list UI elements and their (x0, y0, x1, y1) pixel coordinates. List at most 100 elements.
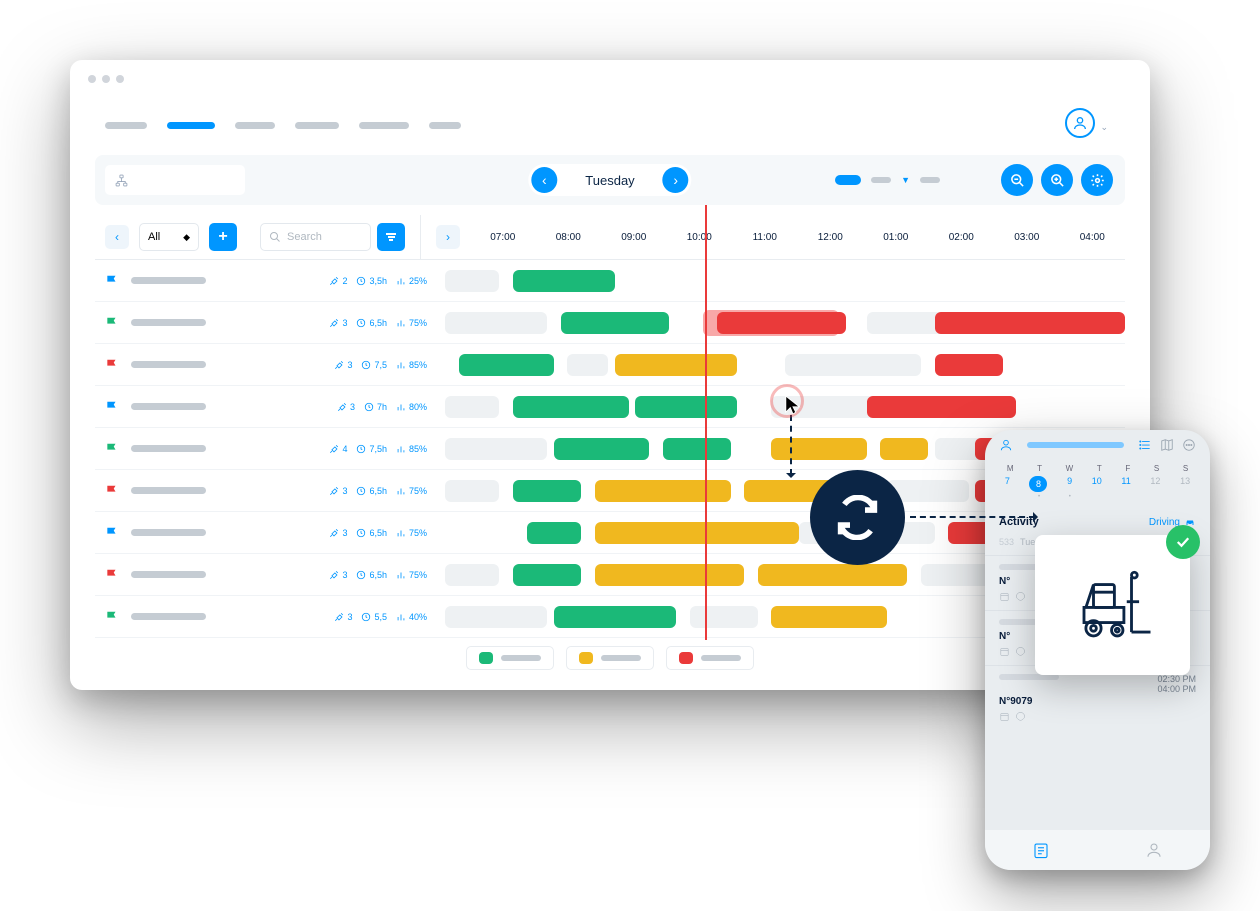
search-input[interactable]: Search (260, 223, 371, 251)
task-bar[interactable] (567, 354, 608, 376)
gantt-header: ‹ All◆ + Search › 07:0008:0009:0010:0011… (95, 215, 1125, 260)
day-nav: ‹ Tuesday › (528, 164, 691, 196)
task-card[interactable] (1035, 535, 1190, 675)
task-bar[interactable] (717, 312, 846, 334)
task-bar[interactable] (615, 354, 737, 376)
check-badge-icon (1166, 525, 1200, 559)
task-bar[interactable] (785, 354, 921, 376)
gantt-row[interactable]: 36,5h75% (95, 512, 1125, 554)
task-bar[interactable] (445, 564, 499, 586)
sync-arrow-right (910, 516, 1035, 518)
gantt-area: ‹ All◆ + Search › 07:0008:0009:0010:0011… (95, 215, 1125, 635)
task-bar[interactable] (867, 396, 1017, 418)
task-bar[interactable] (635, 396, 737, 418)
phone-calendar-dates[interactable]: 78910111213 (985, 473, 1210, 494)
task-bar[interactable] (771, 606, 887, 628)
task-bar[interactable] (445, 270, 499, 292)
task-bar[interactable] (595, 480, 731, 502)
task-bar[interactable] (880, 438, 928, 460)
add-button[interactable]: + (209, 223, 237, 251)
current-day-label: Tuesday (560, 173, 659, 188)
settings-button[interactable] (1081, 164, 1113, 196)
task-bar[interactable] (771, 438, 866, 460)
user-icon (999, 438, 1013, 452)
gantt-row[interactable]: 37,585% (95, 344, 1125, 386)
task-bar[interactable] (935, 312, 1125, 334)
gantt-row[interactable]: 35,540% (95, 596, 1125, 638)
legend-green (466, 646, 554, 670)
time-label: 04:00 (1060, 232, 1126, 243)
filter-select[interactable]: All◆ (139, 223, 199, 251)
map-icon[interactable] (1160, 438, 1174, 452)
gantt-row[interactable]: 47,5h85% (95, 428, 1125, 470)
task-bar[interactable] (445, 396, 499, 418)
time-header: 07:0008:0009:0010:0011:0012:0001:0002:00… (470, 232, 1125, 243)
nav-item[interactable] (429, 122, 461, 129)
list-icon[interactable] (1138, 438, 1152, 452)
phone-nav-list[interactable] (985, 830, 1098, 870)
nav-item[interactable] (105, 122, 147, 129)
gantt-row[interactable]: 37h80% (95, 386, 1125, 428)
sync-badge (810, 470, 905, 565)
gantt-rows: 23,5h25%36,5h75%37,585%37h80%47,5h85%36,… (95, 260, 1125, 638)
zoom-out-button[interactable] (1001, 164, 1033, 196)
time-label: 01:00 (863, 232, 929, 243)
task-bar[interactable] (663, 438, 731, 460)
time-label: 08:00 (536, 232, 602, 243)
phone-nav (985, 830, 1210, 870)
task-bar[interactable] (445, 312, 547, 334)
legend-red (666, 646, 754, 670)
profile-avatar[interactable] (1065, 108, 1095, 138)
time-label: 03:00 (994, 232, 1060, 243)
task-bar[interactable] (513, 480, 581, 502)
now-line (705, 205, 707, 640)
gantt-row[interactable]: 23,5h25% (95, 260, 1125, 302)
task-bar[interactable] (554, 606, 676, 628)
task-bar[interactable] (513, 396, 629, 418)
scroll-left-button[interactable]: › (436, 225, 460, 249)
task-bar[interactable] (595, 564, 745, 586)
nav-item[interactable] (359, 122, 409, 129)
top-nav (105, 115, 1115, 135)
task-bar[interactable] (690, 606, 758, 628)
nav-item-active[interactable] (167, 122, 215, 129)
task-bar[interactable] (758, 564, 908, 586)
gantt-row[interactable]: 36,5h75% (95, 470, 1125, 512)
phone-title-bar (1027, 442, 1124, 448)
task-bar[interactable] (459, 354, 554, 376)
zoom-in-button[interactable] (1041, 164, 1073, 196)
org-selector[interactable] (105, 165, 245, 195)
cursor-ripple (770, 384, 804, 418)
sort-button[interactable] (377, 223, 405, 251)
gantt-row[interactable]: 36,5h75% (95, 302, 1125, 344)
forklift-icon (1065, 558, 1160, 653)
zoom-settings (1001, 164, 1113, 196)
task-bar[interactable] (513, 270, 615, 292)
sync-arrow-down (790, 415, 792, 475)
nav-item[interactable] (235, 122, 275, 129)
task-bar[interactable] (554, 438, 649, 460)
task-bar[interactable] (513, 564, 581, 586)
prev-day-button[interactable]: ‹ (531, 167, 557, 193)
phone-nav-profile[interactable] (1098, 830, 1211, 870)
nav-item[interactable] (295, 122, 339, 129)
legend-yellow (566, 646, 654, 670)
legend (466, 646, 754, 670)
view-toggle[interactable]: ▼ (835, 175, 940, 185)
time-label: 09:00 (601, 232, 667, 243)
controls-bar: ‹ Tuesday › ▼ (95, 155, 1125, 205)
task-bar[interactable] (445, 438, 547, 460)
more-icon[interactable] (1182, 438, 1196, 452)
profile-caret-icon[interactable]: ⌄ (1100, 122, 1108, 133)
gantt-row[interactable]: 36,5h75% (95, 554, 1125, 596)
task-bar[interactable] (561, 312, 670, 334)
task-bar[interactable] (527, 522, 581, 544)
task-bar[interactable] (445, 480, 499, 502)
task-bar[interactable] (935, 354, 1003, 376)
collapse-left-button[interactable]: ‹ (105, 225, 129, 249)
task-bar[interactable] (445, 606, 547, 628)
phone-calendar-days: MTWTFSS (985, 460, 1210, 473)
time-label: 07:00 (470, 232, 536, 243)
next-day-button[interactable]: › (663, 167, 689, 193)
task-bar[interactable] (595, 522, 799, 544)
